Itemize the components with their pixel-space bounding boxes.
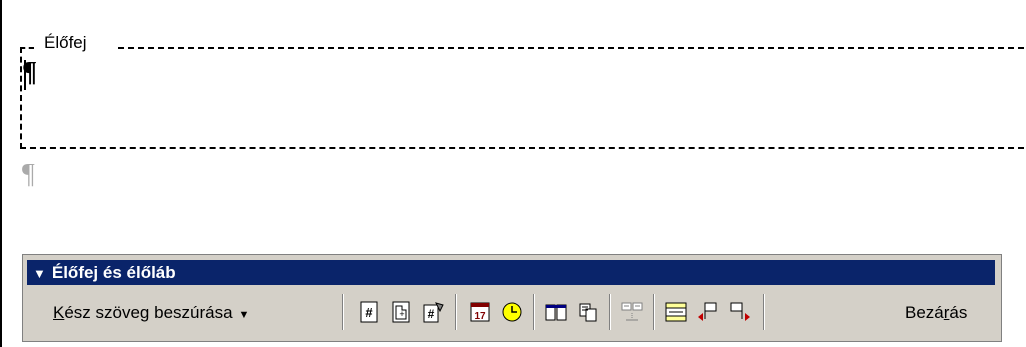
- show-previous-icon[interactable]: [695, 298, 721, 326]
- insert-autotext-button[interactable]: Kész szöveg beszúrása ▼: [53, 300, 249, 326]
- header-boundary-top: [118, 47, 1024, 49]
- insert-page-number-icon[interactable]: #: [357, 298, 383, 326]
- toolbar-separator: [609, 294, 611, 330]
- switch-header-footer-icon[interactable]: [663, 298, 689, 326]
- toolbar-menu-triangle-icon[interactable]: ▼: [33, 261, 46, 286]
- toolbar-separator: [455, 294, 457, 330]
- header-boundary-bottom: [20, 147, 1024, 149]
- svg-text:#: #: [428, 307, 435, 321]
- toolbar-title: Élőfej és élőláb: [51, 263, 176, 282]
- body-paragraph-mark[interactable]: ¶: [22, 160, 35, 190]
- autotext-label: ész szöveg beszúrása: [64, 303, 233, 322]
- toolbar-separator: [533, 294, 535, 330]
- svg-text:#: #: [365, 305, 373, 320]
- insert-date-icon[interactable]: 17: [467, 298, 493, 326]
- toolbar-separator: [763, 294, 765, 330]
- header-boundary-top-left: [20, 47, 34, 49]
- svg-text:+: +: [399, 309, 404, 319]
- toolbar-separator: [342, 294, 344, 330]
- close-label-pre: Bezá: [905, 303, 944, 322]
- close-button[interactable]: Bezárás: [905, 300, 967, 326]
- show-next-icon[interactable]: [727, 298, 753, 326]
- header-footer-toolbar: ▼ Élőfej és élőláb Kész szöveg beszúrása ▼…: [22, 254, 1002, 342]
- toolbar-titlebar[interactable]: ▼ Élőfej és élőláb: [27, 260, 995, 285]
- page-border: [0, 0, 2, 347]
- insert-time-icon[interactable]: [499, 298, 525, 326]
- same-as-previous-icon[interactable]: [619, 298, 645, 326]
- svg-text:17: 17: [474, 311, 486, 322]
- text-cursor: [24, 60, 26, 90]
- header-label: Élőfej: [44, 33, 87, 52]
- chevron-down-icon: ▼: [238, 309, 250, 321]
- insert-number-of-pages-icon[interactable]: +: [389, 298, 415, 326]
- toolbar-separator: [653, 294, 655, 330]
- toolbar-buttons-row: Kész szöveg beszúrása ▼ # + # 17 Bezárás: [27, 288, 995, 336]
- close-label-post: ás: [949, 303, 968, 322]
- page-setup-icon[interactable]: [543, 298, 569, 326]
- autotext-accel: K: [53, 303, 65, 322]
- show-hide-document-text-icon[interactable]: [575, 298, 601, 326]
- format-page-number-icon[interactable]: #: [421, 298, 447, 326]
